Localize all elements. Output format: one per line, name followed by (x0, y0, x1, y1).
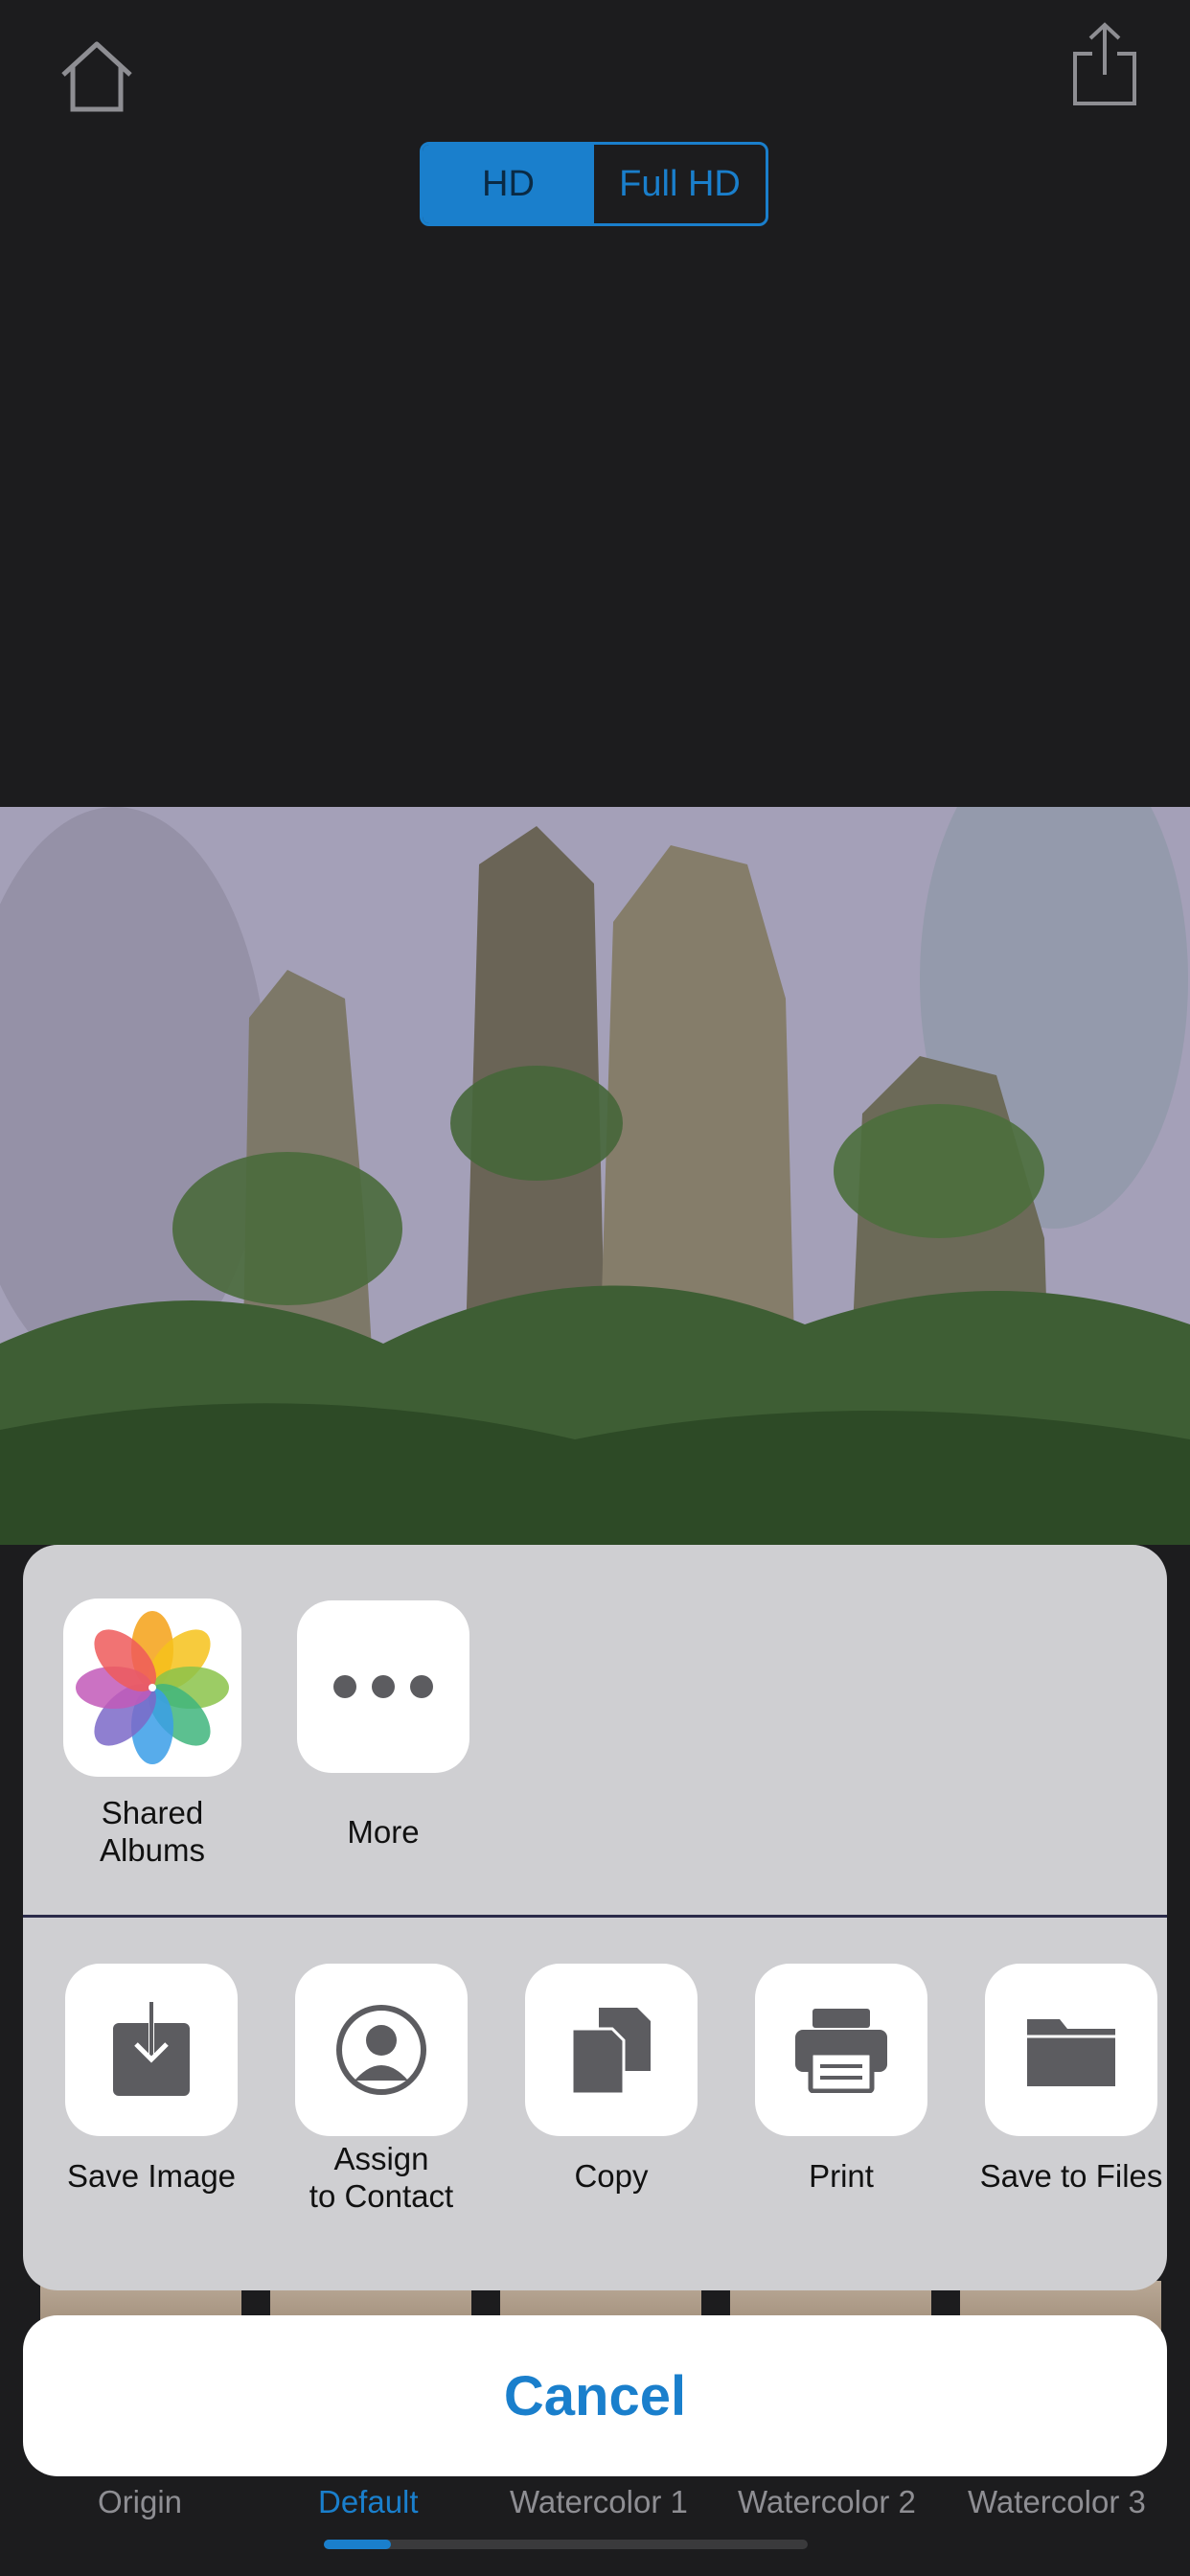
copy-label: Copy (574, 2158, 649, 2194)
quality-segmented-control: HD Full HD (420, 142, 768, 226)
share-icon[interactable] (1071, 21, 1138, 107)
filter-default[interactable]: Default (318, 2484, 419, 2520)
share-app-row: Shared Albums More (23, 1545, 1167, 1915)
filter-watercolor-1[interactable]: Watercolor 1 (510, 2484, 688, 2520)
print-icon (795, 2009, 887, 2093)
print-label: Print (809, 2158, 874, 2194)
share-sheet: Shared Albums More Save Image Assign to … (23, 1545, 1167, 2290)
assign-to-contact-button[interactable] (295, 1964, 468, 2136)
save-image-label: Save Image (66, 2158, 237, 2194)
shared-albums-label-text: Shared Albums (99, 1795, 206, 1868)
save-to-files-button[interactable] (985, 1964, 1157, 2136)
folder-icon (1027, 2019, 1115, 2086)
assign-to-contact-label: Assign to Contact (266, 2140, 496, 2215)
more-label: More (347, 1814, 420, 1850)
shared-albums-label: Shared Albums (37, 1794, 267, 1869)
photo-preview (0, 807, 1190, 1545)
cancel-button[interactable]: Cancel (23, 2315, 1167, 2476)
scroll-indicator-thumb (324, 2540, 391, 2549)
filter-watercolor-2[interactable]: Watercolor 2 (738, 2484, 916, 2520)
quality-option-full-hd[interactable]: Full HD (594, 145, 766, 223)
filter-origin[interactable]: Origin (98, 2484, 182, 2520)
filter-watercolor-3[interactable]: Watercolor 3 (968, 2484, 1146, 2520)
home-icon[interactable] (57, 38, 136, 115)
save-image-icon (113, 2002, 190, 2096)
photos-icon (76, 1611, 229, 1764)
more-icon (333, 1675, 433, 1698)
quality-option-hd[interactable]: HD (423, 145, 594, 223)
shared-albums-button[interactable] (63, 1598, 241, 1777)
copy-icon (570, 2008, 651, 2096)
save-to-files-label: Save to Files (979, 2158, 1163, 2194)
assign-to-contact-label-text: Assign to Contact (309, 2141, 454, 2214)
copy-button[interactable] (525, 1964, 698, 2136)
contact-icon (336, 2005, 426, 2095)
scroll-indicator (324, 2540, 808, 2549)
more-button[interactable] (297, 1600, 469, 1773)
share-action-row: Save Image Assign to Contact Copy Print … (23, 1918, 1167, 2290)
filter-bar: Origin Default Watercolor 1 Watercolor 2… (0, 2472, 1190, 2540)
save-image-button[interactable] (65, 1964, 238, 2136)
print-button[interactable] (755, 1964, 927, 2136)
top-toolbar (0, 0, 1190, 153)
